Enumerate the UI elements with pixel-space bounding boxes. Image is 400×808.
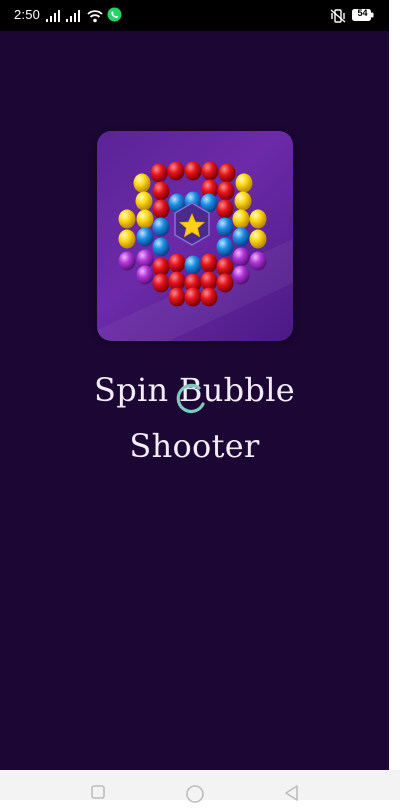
bubble [216,237,234,257]
bubble [136,227,154,247]
bubble [152,273,170,293]
bubble [150,163,168,183]
bubble [152,199,170,219]
status-time: 2:50 [14,7,41,22]
back-icon[interactable] [283,784,301,806]
spinner-icon [173,380,209,416]
bubble [217,181,235,201]
bubble [234,191,252,211]
bubble [232,265,250,285]
app-icon [97,131,293,341]
bubble [152,181,170,201]
wifi-icon [87,8,103,27]
bubble [232,227,250,247]
recent-apps-icon[interactable] [90,784,106,804]
bubble [235,173,253,193]
screen-edge [389,0,400,800]
bubble [167,161,185,181]
bubble [216,199,234,219]
status-bar: 2:50 54 [0,0,389,31]
bubble [184,255,202,275]
bubble [118,209,136,229]
bubble [136,209,154,229]
navigation-bar [0,770,400,803]
whatsapp-notification-icon [107,7,122,26]
bubble [135,191,153,211]
bubble [184,287,202,307]
signal-bars-icon [46,8,62,27]
app-title-line-2: Shooter [129,427,260,465]
bubble [200,287,218,307]
bubble [168,253,186,273]
bubble [118,251,136,271]
bubble [249,251,267,271]
bubble [136,265,154,285]
vibrate-mute-icon [330,8,346,27]
bubble [152,237,170,257]
home-icon[interactable] [185,784,205,808]
bubble [168,287,186,307]
signal-bars-icon [66,8,82,27]
bubble [232,247,250,267]
star-icon [174,202,210,246]
bubble [152,217,170,237]
bubble [216,273,234,293]
bubble [184,161,202,181]
battery-level: 54 [357,8,368,18]
bubble [200,253,218,273]
bubble [133,173,151,193]
bubble [216,217,234,237]
bubble [249,229,267,249]
bubble [232,209,250,229]
bubble [249,209,267,229]
bubble [118,229,136,249]
bubble [218,163,236,183]
splash-screen: 2:50 54 Spin Bubble Shooter [0,0,389,800]
bubble [201,161,219,181]
